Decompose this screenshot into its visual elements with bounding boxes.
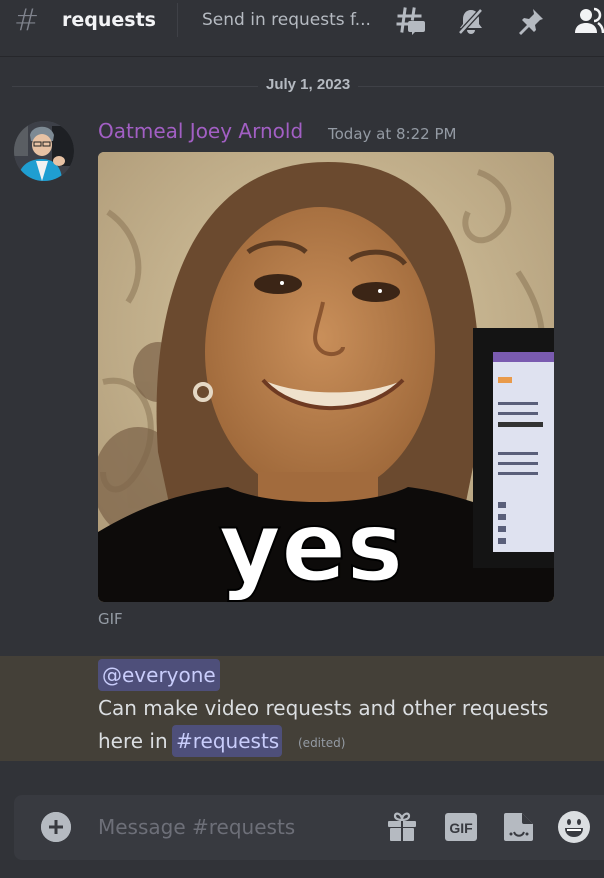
edited-label: (edited) <box>298 736 346 750</box>
sticker-icon <box>504 813 533 841</box>
header-divider <box>177 3 178 37</box>
everyone-mention[interactable]: @everyone <box>98 659 220 691</box>
channel-mention[interactable]: #requests <box>172 725 283 757</box>
gift-button[interactable] <box>385 810 419 844</box>
gif-overlay-text: yes <box>219 491 404 602</box>
message-input[interactable] <box>98 812 368 842</box>
message-text-line1: Can make video requests and other reques… <box>98 696 549 720</box>
author-avatar[interactable] <box>14 121 74 181</box>
emoji-button[interactable] <box>557 810 591 844</box>
add-attachment-button[interactable] <box>41 812 71 842</box>
channel-name: requests <box>62 9 156 31</box>
mute-bell-icon[interactable] <box>456 6 486 36</box>
svg-text:GIF: GIF <box>449 820 473 836</box>
gif-label: GIF <box>98 610 123 628</box>
message-timestamp: Today at 8:22 PM <box>328 125 457 143</box>
threads-icon[interactable] <box>396 6 426 36</box>
gif-icon: GIF <box>445 813 477 841</box>
emoji-icon <box>558 811 590 843</box>
gif-attachment[interactable]: yes <box>98 152 554 602</box>
date-divider-label: July 1, 2023 <box>258 75 359 95</box>
author-name[interactable]: Oatmeal Joey Arnold <box>98 118 303 144</box>
plus-icon <box>41 812 71 842</box>
message-text-line2: here in <box>98 729 168 753</box>
channel-header: # requests Send in requests f... <box>0 0 604 57</box>
pin-icon[interactable] <box>516 6 546 36</box>
channel-topic[interactable]: Send in requests f... <box>202 9 371 31</box>
member-list-icon[interactable] <box>574 6 604 36</box>
channel-hash-icon: # <box>14 3 40 38</box>
sticker-button[interactable] <box>502 810 536 844</box>
gif-button[interactable]: GIF <box>444 810 478 844</box>
gift-icon <box>388 812 416 841</box>
